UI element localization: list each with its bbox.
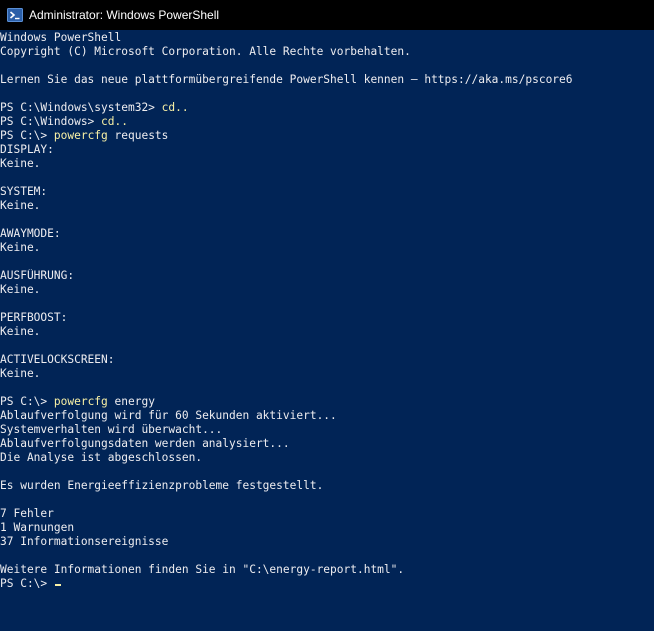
- console-prompt-line: PS C:\>: [0, 577, 654, 591]
- console-output-line: [0, 493, 654, 507]
- console-output-line: DISPLAY:: [0, 143, 54, 156]
- console-output-line: SYSTEM:: [0, 185, 48, 198]
- console-output-line: Es wurden Energieeffizienzprobleme festg…: [0, 479, 324, 492]
- console-output-line: Keine.: [0, 241, 41, 254]
- console-output-line: [0, 297, 654, 311]
- powershell-window: Administrator: Windows PowerShell Window…: [0, 0, 654, 631]
- console-output-line: ACTIVELOCKSCREEN:: [0, 353, 115, 366]
- console-output[interactable]: Windows PowerShell Copyright (C) Microsof…: [0, 30, 654, 631]
- console-output-line: Keine.: [0, 199, 41, 212]
- console-prompt-line: PS C:\Windows> cd..: [0, 115, 654, 129]
- console-prompt-line: PS C:\> powercfg energy: [0, 395, 654, 409]
- console-output-line: [0, 339, 654, 353]
- command-name: cd..: [101, 115, 128, 128]
- command-name: powercfg: [53, 395, 108, 408]
- console-output-line: [0, 59, 654, 73]
- console-output-line: [0, 255, 654, 269]
- console-output-line: AUSFÜHRUNG:: [0, 269, 75, 282]
- console-output-line: Keine.: [0, 157, 41, 170]
- console-output-line: Keine.: [0, 283, 41, 296]
- command-args: energy: [107, 395, 155, 408]
- prompt-path: PS C:\>: [0, 129, 54, 142]
- powershell-icon: [7, 7, 23, 23]
- prompt-path: PS C:\>: [0, 577, 54, 590]
- window-title: Administrator: Windows PowerShell: [29, 8, 220, 22]
- console-output-line: [0, 549, 654, 563]
- title-bar[interactable]: Administrator: Windows PowerShell: [0, 0, 654, 30]
- console-output-line: Keine.: [0, 325, 41, 338]
- console-output-line: Keine.: [0, 367, 41, 380]
- prompt-path: PS C:\Windows>: [0, 115, 102, 128]
- console-output-line: PERFBOOST:: [0, 311, 68, 324]
- command-args: requests: [107, 129, 169, 142]
- console-output-line: Die Analyse ist abgeschlossen.: [0, 451, 203, 464]
- console-output-line: Ablaufverfolgungsdaten werden analysiert…: [0, 437, 290, 450]
- console-output-line: Copyright (C) Microsoft Corporation. All…: [0, 45, 411, 58]
- console-output-line: [0, 381, 654, 395]
- console-output-line: [0, 171, 654, 185]
- console-output-line: Windows PowerShell: [0, 31, 122, 44]
- console-prompt-line: PS C:\Windows\system32> cd..: [0, 101, 654, 115]
- console-output-line: [0, 213, 654, 227]
- console-output-line: AWAYMODE:: [0, 227, 61, 240]
- console-output-line: 37 Informationsereignisse: [0, 535, 169, 548]
- command-name: cd..: [161, 101, 189, 114]
- console-output-line: 7 Fehler: [0, 507, 54, 520]
- text-cursor: [54, 584, 61, 586]
- prompt-path: PS C:\>: [0, 395, 54, 408]
- console-output-line: Ablaufverfolgung wird für 60 Sekunden ak…: [0, 409, 337, 422]
- console-output-line: Lernen Sie das neue plattformübergreifen…: [0, 73, 573, 86]
- console-output-line: Systemverhalten wird überwacht...: [0, 423, 223, 436]
- console-prompt-line: PS C:\> powercfg requests: [0, 129, 654, 143]
- console-output-line: [0, 465, 654, 479]
- console-output-line: [0, 87, 654, 101]
- console-output-line: Weitere Informationen finden Sie in "C:\…: [0, 563, 405, 576]
- console-output-line: 1 Warnungen: [0, 521, 75, 534]
- command-name: powercfg: [53, 129, 108, 142]
- prompt-path: PS C:\Windows\system32>: [0, 101, 162, 114]
